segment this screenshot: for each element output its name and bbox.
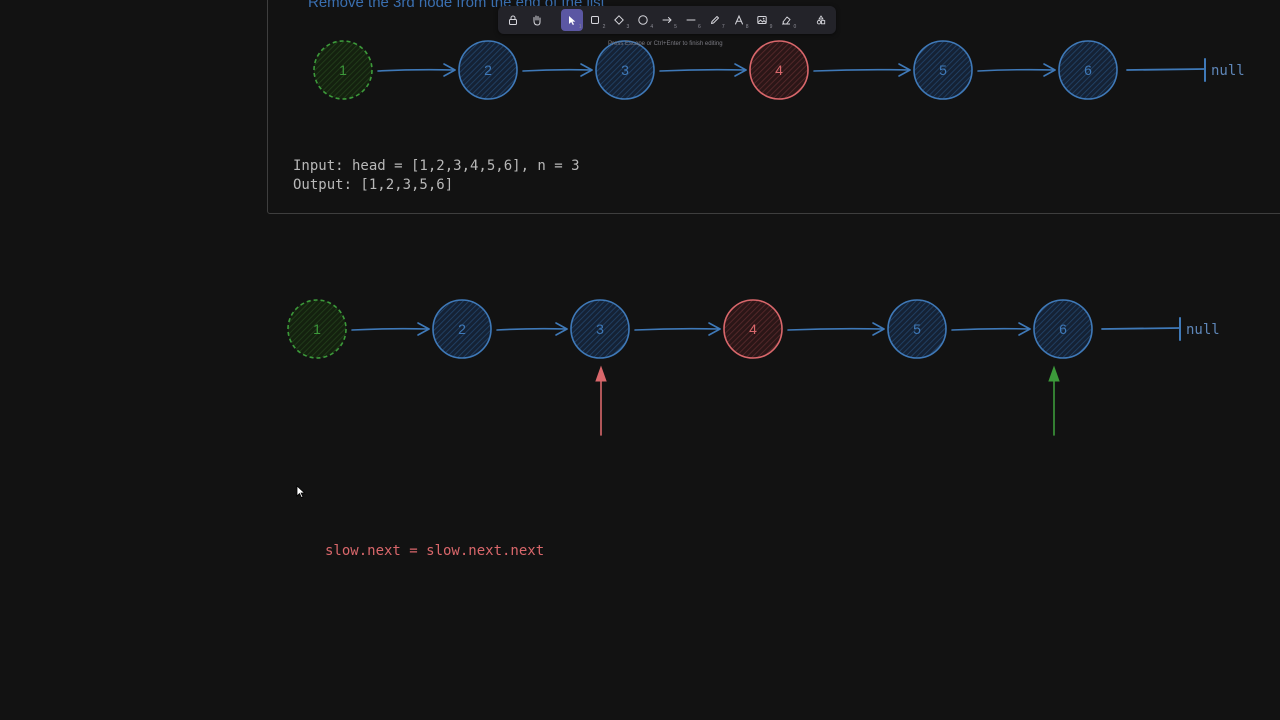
bottom-node-4[interactable]: 4 — [723, 299, 783, 359]
editing-hint: Press Escape or Ctrl+Enter to finish edi… — [608, 41, 723, 47]
tool-shortcut-key: 2 — [602, 24, 606, 30]
tool-shortcut-key: 8 — [745, 24, 749, 30]
top-node-6[interactable]: 6 — [1058, 40, 1118, 100]
bottom-node-6[interactable]: 6 — [1033, 299, 1093, 359]
lock-tool-button[interactable] — [502, 9, 524, 31]
tool-shortcut-key: 5 — [674, 24, 677, 30]
arrow-tool-button[interactable]: 5 — [656, 9, 678, 31]
top-null-terminator — [1126, 58, 1206, 82]
svg-text:3: 3 — [596, 321, 604, 337]
bottom-link-arrow-3 — [634, 322, 721, 336]
example-output-text[interactable]: Output: [1,2,3,5,6] — [293, 177, 453, 193]
selection-tool-button[interactable]: 1 — [560, 9, 583, 31]
bottom-linked-list: null 1 2 3 4 5 6 — [287, 299, 1220, 436]
svg-text:3: 3 — [621, 62, 629, 78]
tool-shortcut-key: 1 — [578, 24, 582, 30]
tool-shortcut-key: 0 — [793, 24, 797, 30]
svg-text:2: 2 — [484, 62, 492, 78]
linked-list-diagrams[interactable]: null 1 2 3 4 5 6 null 1 2 3 4 5 6 — [0, 0, 1280, 720]
top-node-1[interactable]: 1 — [313, 40, 373, 100]
svg-text:5: 5 — [939, 62, 947, 78]
top-link-arrow-2 — [522, 63, 593, 77]
eraser-icon — [782, 16, 791, 25]
text-icon — [734, 14, 743, 25]
svg-text:6: 6 — [1084, 62, 1092, 78]
bottom-link-arrow-1 — [351, 322, 430, 336]
top-null-label: null — [1211, 63, 1245, 79]
bottom-node-5[interactable]: 5 — [887, 299, 947, 359]
code-snippet-text[interactable]: slow.next = slow.next.next — [325, 543, 544, 559]
bottom-link-arrow-2 — [496, 322, 568, 336]
bottom-null-label: null — [1186, 322, 1220, 338]
tool-shortcut-key: 3 — [626, 24, 630, 30]
bottom-link-arrow-5 — [951, 322, 1031, 336]
text-tool-button[interactable]: 8 — [728, 9, 750, 31]
shapes-library-icon — [816, 15, 826, 25]
top-node-5[interactable]: 5 — [913, 40, 973, 100]
tool-shortcut-key: 9 — [769, 24, 773, 30]
image-icon — [757, 16, 768, 24]
top-link-arrow-4 — [813, 63, 911, 77]
bottom-node-2[interactable]: 2 — [432, 299, 492, 359]
diamond-icon — [614, 15, 625, 25]
top-node-3[interactable]: 3 — [595, 40, 655, 100]
hand-icon — [533, 15, 541, 26]
svg-text:1: 1 — [313, 321, 321, 337]
line-tool-button[interactable]: 6 — [680, 9, 702, 31]
whiteboard-canvas[interactable]: Remove the 3rd node from the end of the … — [0, 0, 1280, 720]
top-node-2[interactable]: 2 — [458, 40, 518, 100]
bottom-link-arrow-4 — [787, 322, 885, 336]
ellipse-icon — [638, 15, 648, 25]
pencil-icon — [710, 16, 719, 24]
arrow-icon — [662, 17, 672, 23]
eraser-tool-button[interactable]: 0 — [775, 9, 797, 31]
top-link-arrow-5 — [977, 63, 1056, 77]
top-link-arrow-3 — [659, 63, 747, 77]
svg-text:6: 6 — [1059, 321, 1067, 337]
drawing-toolbar: 1 2 3 4 5 6 7 8 9 0 — [498, 6, 836, 34]
tool-shortcut-key: 4 — [650, 24, 654, 30]
svg-text:4: 4 — [775, 62, 783, 78]
rectangle-icon — [591, 16, 600, 24]
hand-tool-button[interactable] — [526, 9, 548, 31]
svg-text:1: 1 — [339, 62, 347, 78]
bottom-node-1[interactable]: 1 — [287, 299, 347, 359]
svg-text:2: 2 — [458, 321, 466, 337]
bottom-null-terminator — [1101, 317, 1181, 341]
lock-icon — [508, 15, 517, 25]
selection-icon — [568, 16, 575, 25]
svg-text:5: 5 — [913, 321, 921, 337]
svg-text:4: 4 — [749, 321, 757, 337]
pencil-tool-button[interactable]: 7 — [704, 9, 726, 31]
tool-shortcut-key: 7 — [721, 24, 725, 30]
example-input-text[interactable]: Input: head = [1,2,3,4,5,6], n = 3 — [293, 158, 580, 174]
pointer-arrow-red — [595, 365, 607, 436]
top-linked-list: null 1 2 3 4 5 6 — [313, 40, 1245, 100]
top-link-arrow-1 — [377, 63, 456, 77]
bottom-node-3[interactable]: 3 — [570, 299, 630, 359]
tool-shortcut-key: 6 — [698, 24, 701, 30]
rectangle-tool-button[interactable]: 2 — [585, 9, 607, 31]
pointer-arrow-green — [1048, 365, 1060, 436]
image-tool-button[interactable]: 9 — [752, 9, 774, 31]
shapes-library-tool-button[interactable] — [810, 9, 832, 31]
line-icon — [686, 19, 696, 21]
diamond-tool-button[interactable]: 3 — [608, 9, 630, 31]
mouse-cursor-icon — [296, 485, 306, 499]
top-node-4[interactable]: 4 — [749, 40, 809, 100]
ellipse-tool-button[interactable]: 4 — [632, 9, 654, 31]
